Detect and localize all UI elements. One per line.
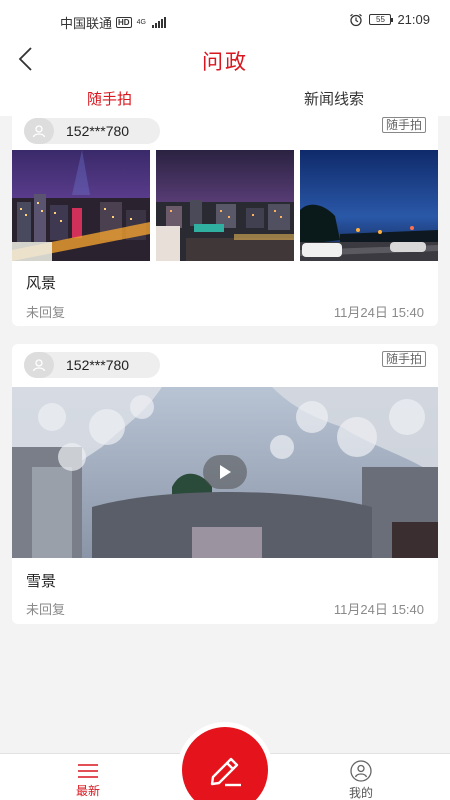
nav-mine[interactable]: 我的 — [331, 760, 391, 800]
photo-thumbnail[interactable] — [156, 150, 294, 261]
status-bar: 中国联通 HD 4G 55 21:09 — [0, 0, 450, 40]
battery-indicator: 55 — [369, 14, 394, 25]
user-badge: 152***780 — [24, 352, 160, 378]
status-right: 55 21:09 — [349, 12, 430, 27]
user-phone: 152***780 — [66, 357, 130, 373]
category-tag: 随手拍 — [381, 351, 426, 367]
status-left: 中国联通 HD 4G — [60, 13, 166, 32]
user-phone: 152***780 — [66, 123, 130, 139]
nav-latest[interactable]: 最新 — [58, 760, 118, 799]
hd-badge: HD — [116, 17, 132, 28]
post-title: 风景 — [26, 275, 57, 292]
photo-thumbnail[interactable] — [12, 150, 150, 261]
header: 问政 — [0, 40, 450, 80]
photo-grid — [12, 150, 438, 261]
user-icon — [32, 125, 46, 138]
user-icon — [32, 359, 46, 372]
user-badge: 152***780 — [24, 118, 160, 144]
user-circle-icon — [350, 760, 372, 782]
alarm-icon — [350, 13, 363, 26]
video-thumbnail[interactable] — [12, 387, 438, 558]
nav-latest-label: 最新 — [75, 784, 100, 798]
post-time: 11月24日 15:40 — [333, 305, 424, 320]
photo-thumbnail[interactable] — [300, 150, 438, 261]
play-icon — [220, 465, 231, 479]
list-icon — [78, 764, 98, 778]
nav-mine-label: 我的 — [348, 786, 373, 800]
tab-snapshot[interactable]: 随手拍 — [87, 88, 132, 109]
page-title: 问政 — [202, 51, 248, 74]
pencil-icon — [210, 757, 241, 787]
post-card[interactable]: 152***780 随手拍 — [12, 110, 438, 326]
reply-status: 未回复 — [26, 305, 66, 320]
post-title: 雪景 — [26, 573, 57, 590]
network-type: 4G — [136, 19, 146, 26]
clock: 21:09 — [397, 12, 430, 27]
avatar — [24, 352, 54, 378]
category-tag: 随手拍 — [381, 117, 426, 133]
reply-status: 未回复 — [26, 602, 66, 617]
post-time: 11月24日 15:40 — [333, 602, 424, 617]
tab-news-tips[interactable]: 新闻线索 — [304, 88, 364, 109]
signal-icon — [151, 17, 166, 28]
carrier-name: 中国联通 — [60, 16, 113, 31]
play-button[interactable] — [203, 455, 247, 489]
avatar — [24, 118, 54, 144]
post-card[interactable]: 152***780 随手拍 — [12, 344, 438, 624]
